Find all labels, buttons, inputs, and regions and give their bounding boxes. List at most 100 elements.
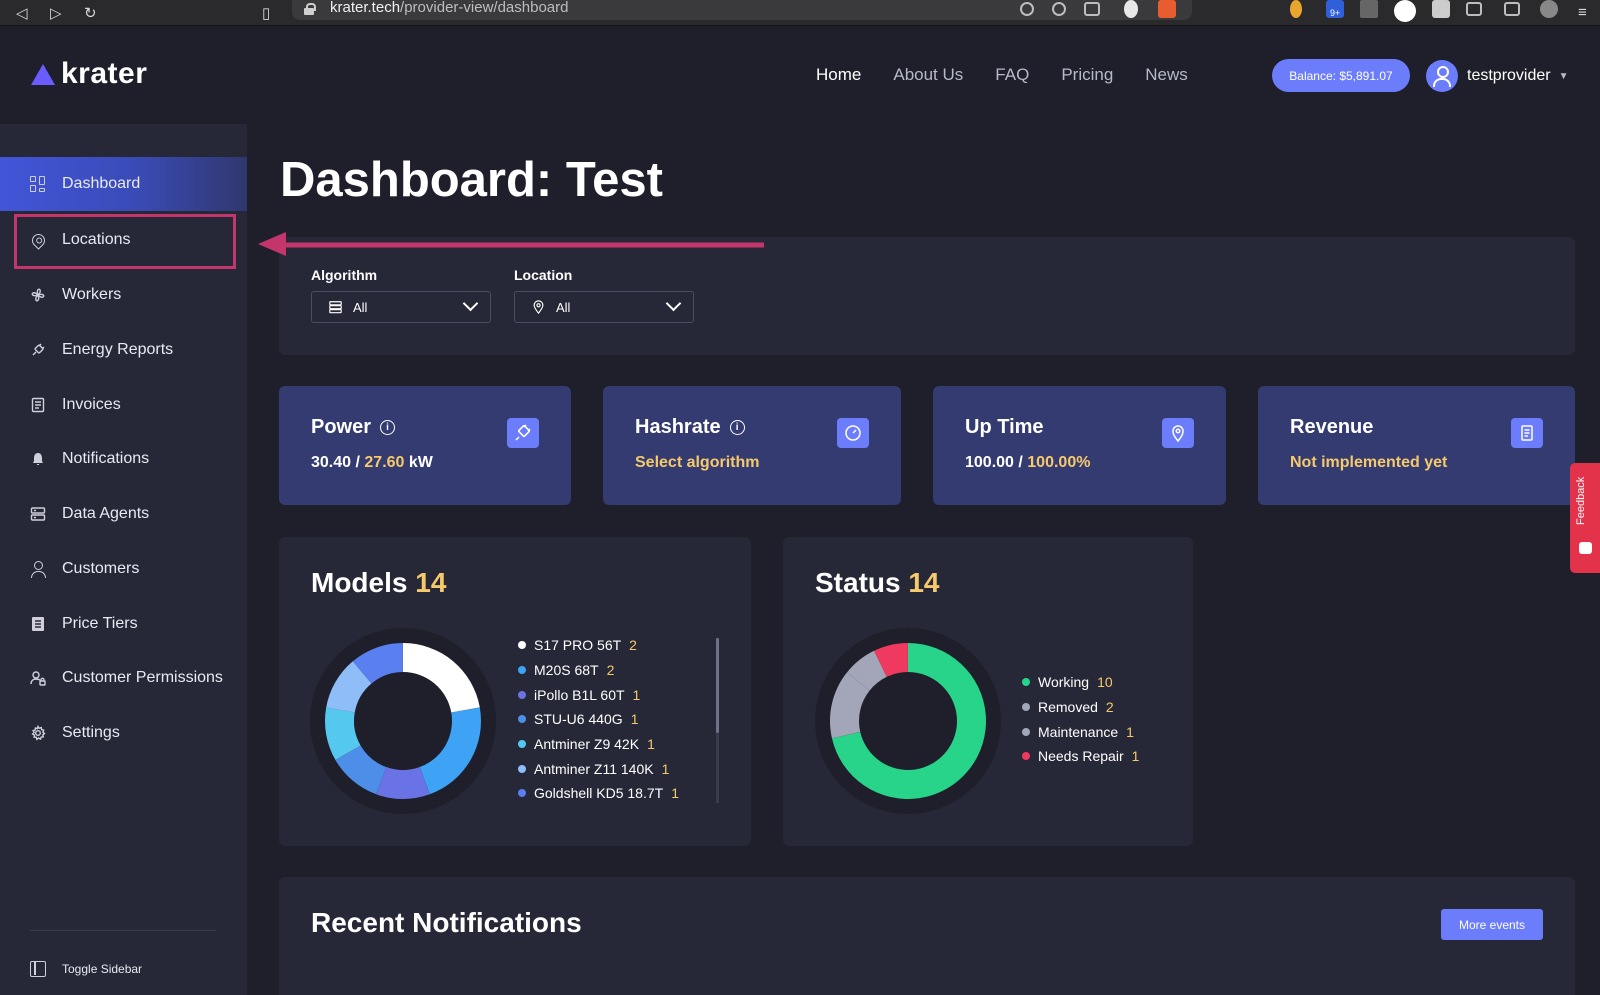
share-icon[interactable] (1084, 2, 1100, 16)
toggle-sidebar-button[interactable]: Toggle Sidebar (30, 961, 142, 977)
uptime-card: Up Time 100.00 / 100.00% (933, 386, 1226, 505)
chevron-down-icon (665, 295, 682, 312)
map-pin-icon (533, 300, 544, 314)
sidebar-item-settings[interactable]: Settings (0, 706, 247, 760)
extension-badge-icon[interactable]: 9+ (1326, 0, 1344, 18)
sidebar-item-workers[interactable]: Workers (0, 268, 247, 322)
sidebar-item-energy-reports[interactable]: Energy Reports (0, 323, 247, 377)
sidebar-item-notifications[interactable]: Notifications (0, 432, 247, 486)
sidebar-item-data-agents[interactable]: Data Agents (0, 487, 247, 541)
feedback-tab[interactable]: Feedback (1570, 463, 1600, 573)
puzzle-icon[interactable] (1432, 0, 1450, 18)
status-legend-label: Maintenance (1038, 723, 1119, 740)
server-icon (30, 507, 46, 521)
status-legend-count: 1 (1131, 748, 1140, 765)
models-legend-count: 2 (629, 637, 637, 654)
models-legend-count: 1 (632, 686, 641, 703)
dashboard-grid-icon (30, 176, 46, 192)
models-legend-count: 1 (630, 711, 639, 728)
models-legend-count: 1 (671, 785, 679, 802)
recent-notifications-panel: Recent Notifications More events (279, 877, 1575, 995)
models-legend-label: STU-U6 440G (534, 711, 623, 728)
reload-icon[interactable]: ↻ (84, 4, 97, 22)
info-icon[interactable]: i (729, 420, 745, 435)
models-legend-dot (518, 764, 526, 773)
zoom-icon[interactable] (1052, 2, 1066, 16)
nav-faq[interactable]: FAQ (995, 65, 1029, 85)
extension-icon[interactable] (1290, 0, 1302, 18)
status-legend-dot (1022, 678, 1030, 687)
chevron-down-icon (462, 295, 479, 312)
status-legend-item[interactable]: Working 10 (1022, 670, 1139, 695)
sidebar-item-price-tiers[interactable]: Price Tiers (0, 597, 247, 651)
sidebar-item-invoices[interactable]: Invoices (0, 378, 247, 432)
models-legend-dot (518, 740, 526, 749)
status-legend-count: 2 (1105, 699, 1114, 716)
models-legend-label: Goldshell KD5 18.7T (534, 785, 664, 802)
gauge-icon (837, 418, 869, 448)
forward-icon[interactable]: ▷ (50, 4, 62, 22)
url-text: krater.tech/provider-view/dashboard (330, 0, 569, 16)
models-panel: Models 14 S17 PRO 56T 2 M20S 68T 2 iPollo B1… (279, 537, 751, 846)
algorithm-select[interactable]: All (311, 291, 491, 323)
user-menu[interactable]: testprovider ▼ (1426, 60, 1569, 92)
models-legend-label: Antminer Z11 140K (534, 760, 654, 777)
nav-home[interactable]: Home (816, 65, 861, 85)
brave-rewards-icon[interactable] (1158, 0, 1176, 18)
sidebar-item-customer-permissions[interactable]: Customer Permissions (0, 651, 247, 705)
models-legend-scrollbar[interactable] (716, 638, 719, 803)
top-nav: Home About Us FAQ Pricing News (816, 65, 1188, 85)
models-legend-count: 1 (647, 736, 655, 753)
nav-about-us[interactable]: About Us (893, 65, 963, 85)
models-legend-count: 1 (661, 760, 670, 777)
models-legend-item[interactable]: Antminer Z9 42K 1 (518, 732, 679, 757)
models-legend-item[interactable]: iPollo B1L 60T 1 (518, 682, 679, 707)
krater-logo[interactable]: krater (31, 57, 147, 91)
models-legend-item[interactable]: S17 PRO 56T 2 (518, 633, 679, 658)
person-lock-icon (30, 671, 46, 686)
models-legend-dot (518, 690, 526, 699)
extension-icon-2[interactable] (1360, 0, 1378, 18)
balance-button[interactable]: Balance: $5,891.07 (1272, 59, 1410, 92)
wallet-icon[interactable] (1504, 2, 1520, 16)
profile-icon[interactable] (1540, 0, 1558, 18)
nav-pricing[interactable]: Pricing (1061, 65, 1113, 85)
models-legend-item[interactable]: STU-U6 440G 1 (518, 707, 679, 732)
sidebar-item-dashboard[interactable]: Dashboard (0, 157, 247, 211)
status-legend-item[interactable]: Needs Repair 1 (1022, 744, 1139, 769)
status-legend-item[interactable]: Maintenance 1 (1022, 719, 1139, 744)
status-title: Status 14 (815, 567, 940, 598)
hashrate-card: Hashrate i Select algorithm (603, 386, 901, 505)
models-title: Models 14 (311, 567, 447, 598)
models-legend-item[interactable]: Antminer Z11 140K 1 (518, 756, 679, 781)
plug-icon (507, 418, 539, 448)
status-legend-item[interactable]: Removed 2 (1022, 695, 1139, 720)
back-icon[interactable]: ◁ (16, 4, 28, 22)
models-legend: S17 PRO 56T 2 M20S 68T 2 iPollo B1L 60T 1 STU-… (518, 633, 679, 806)
invoice-icon (31, 397, 45, 413)
status-donut-chart (815, 628, 1001, 814)
models-legend-label: M20S 68T (534, 662, 599, 679)
status-legend-label: Removed (1038, 699, 1098, 716)
location-select[interactable]: All (514, 291, 694, 323)
models-legend-item[interactable]: Goldshell KD5 18.7T 1 (518, 781, 679, 806)
sidebar-toggle-icon[interactable] (1466, 2, 1482, 16)
more-events-button[interactable]: More events (1441, 909, 1543, 940)
menu-icon[interactable]: ≡ (1578, 4, 1587, 21)
brave-shield-icon[interactable] (1124, 0, 1138, 18)
logo-triangle-icon (31, 63, 55, 85)
models-legend-label: Antminer Z9 42K (534, 736, 640, 753)
recent-notifications-title: Recent Notifications (311, 907, 582, 938)
extension-icon-3[interactable] (1394, 0, 1416, 22)
nav-news[interactable]: News (1145, 65, 1188, 85)
sidebar-panel-icon (30, 961, 46, 977)
key-icon[interactable] (1020, 2, 1034, 16)
sidebar-item-customers[interactable]: Customers (0, 542, 247, 596)
info-icon[interactable]: i (380, 420, 396, 435)
status-legend-dot (1022, 703, 1030, 712)
lock-icon (304, 3, 316, 15)
models-legend-item[interactable]: M20S 68T 2 (518, 658, 679, 683)
fan-icon (31, 288, 45, 302)
avatar-icon (1426, 60, 1458, 92)
bookmark-icon[interactable]: ▯ (262, 4, 270, 22)
